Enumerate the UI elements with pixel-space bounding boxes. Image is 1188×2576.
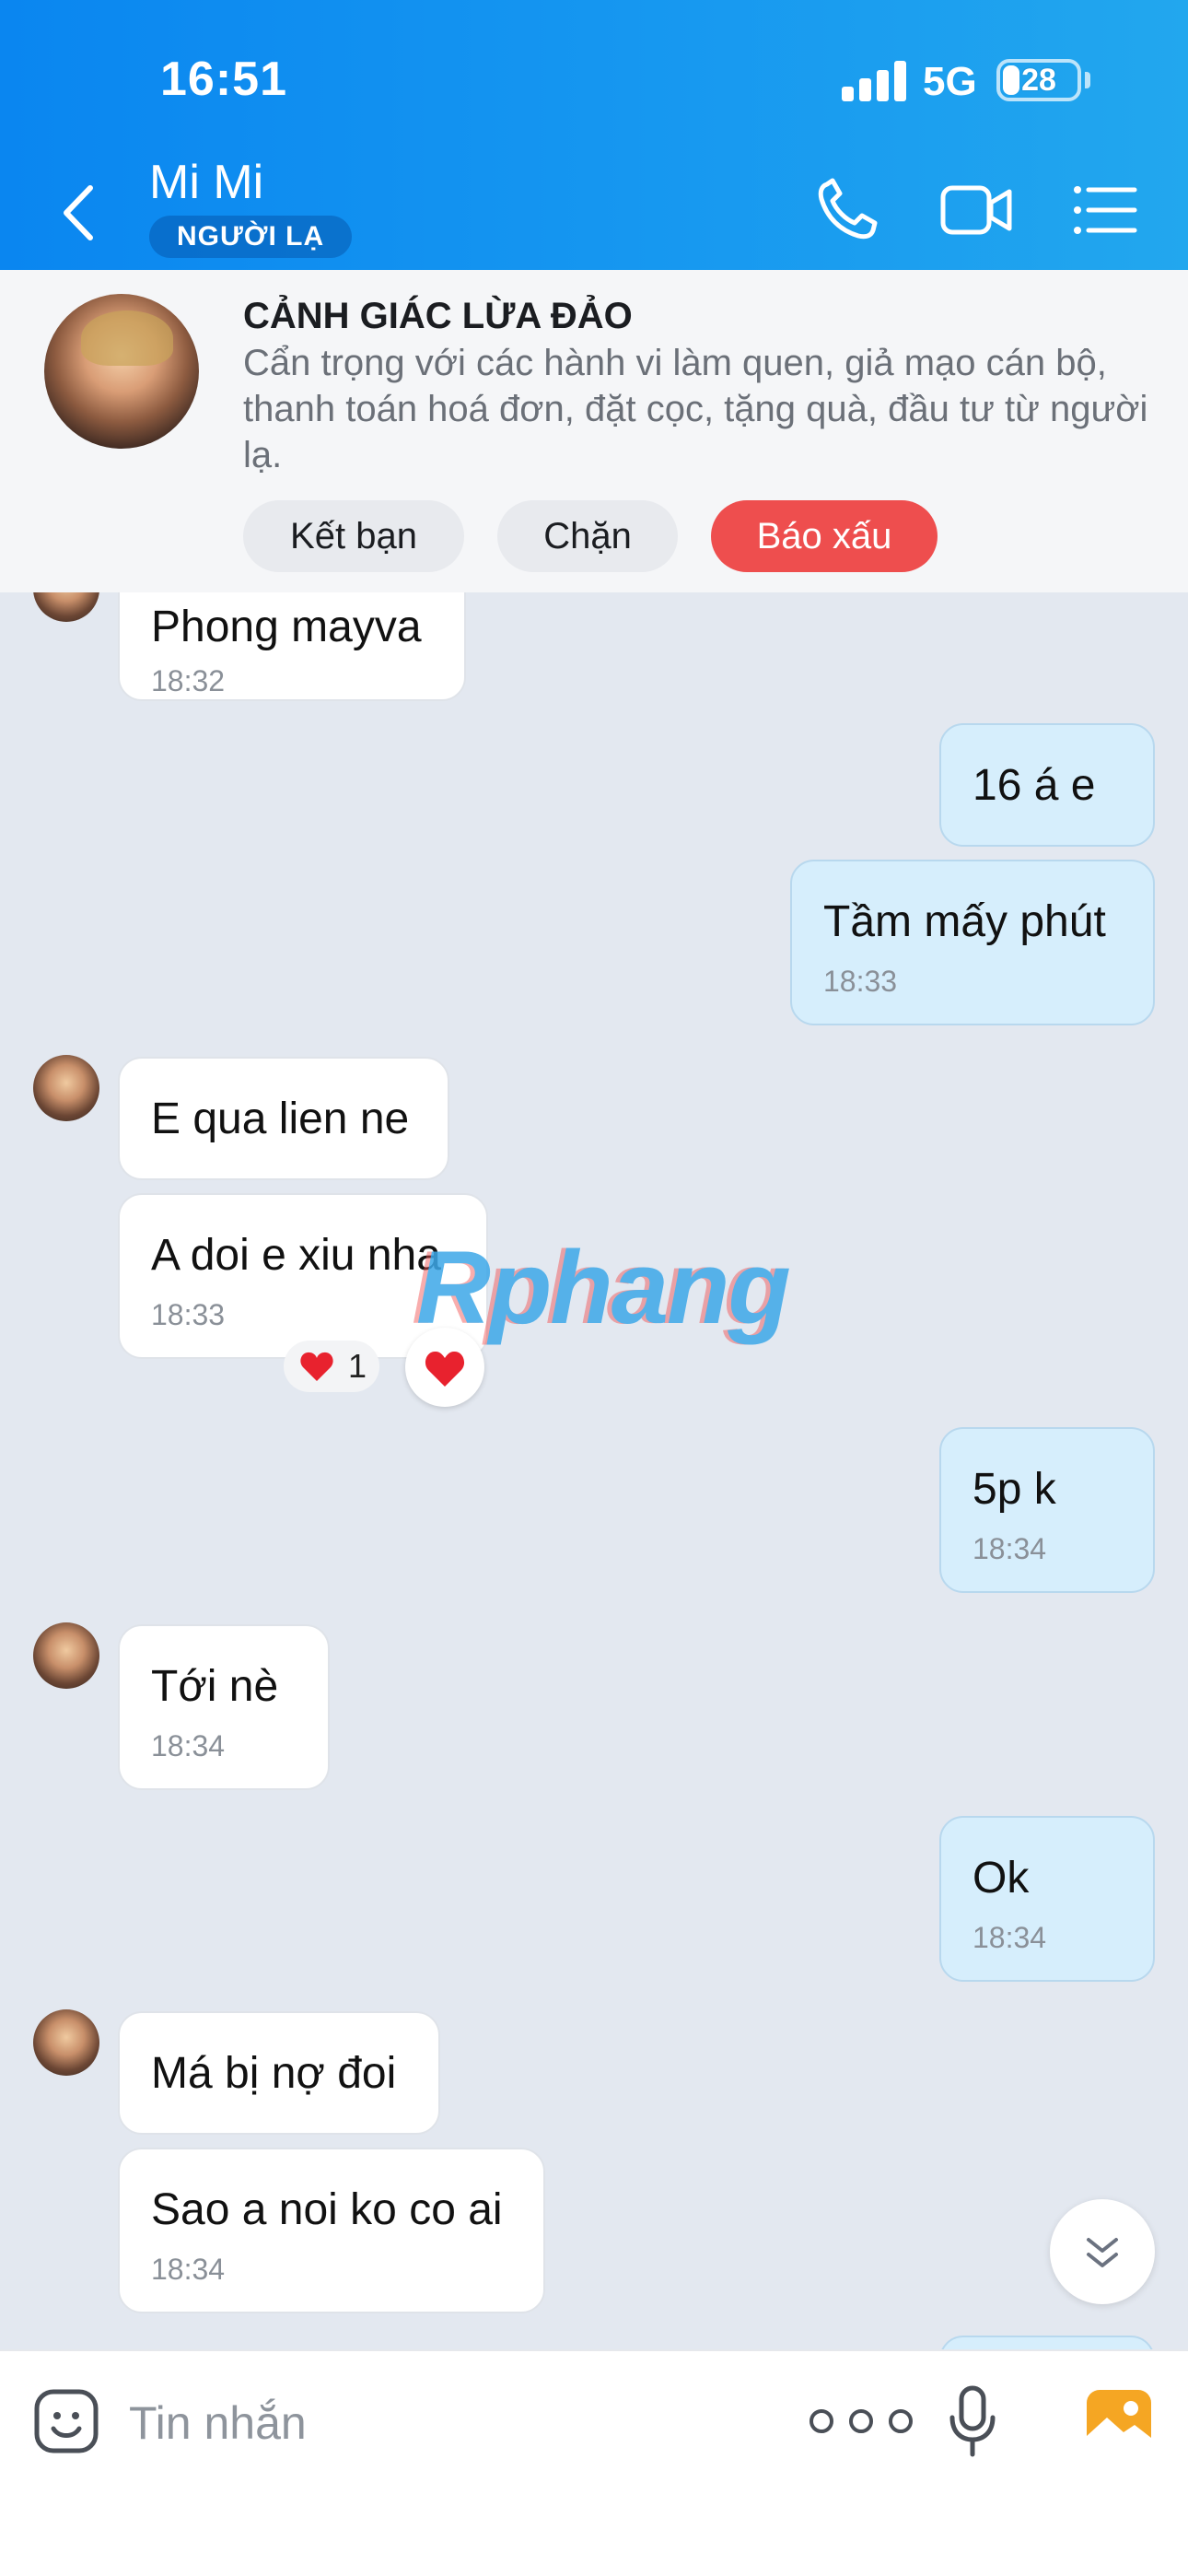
message-bubble-incoming[interactable]: Phong mayva 18:32 [118, 592, 466, 701]
message-list[interactable]: Phong mayva 18:32 16 á e Tầm mấy phút 18… [0, 592, 1188, 2349]
phone-icon [818, 178, 878, 240]
message-text: Tầm mấy phút [823, 897, 1106, 946]
reaction-summary[interactable]: 1 [284, 1341, 379, 1392]
status-time: 16:51 [160, 53, 287, 106]
message-bubble-incoming[interactable]: Tới nè 18:34 [118, 1624, 330, 1790]
message-composer [0, 2349, 1188, 2576]
cellular-signal-icon [842, 61, 906, 101]
sender-avatar[interactable] [33, 592, 99, 622]
sticker-icon [34, 2389, 99, 2453]
message-bubble-outgoing[interactable]: Tầm mấy phút 18:33 [790, 860, 1155, 1025]
message-time: 18:33 [823, 965, 898, 998]
network-type: 5G [923, 59, 977, 104]
sender-avatar[interactable] [33, 1055, 99, 1121]
message-text: Ok [973, 1854, 1030, 1903]
message-time: 18:34 [973, 1532, 1047, 1565]
message-bubble-incoming[interactable]: E qua lien ne [118, 1057, 449, 1180]
message-bubble-outgoing[interactable]: Ok 18:34 [939, 1816, 1155, 1982]
message-time: 18:34 [151, 2253, 226, 2286]
scroll-to-bottom-button[interactable] [1050, 2199, 1155, 2304]
heart-icon [425, 1351, 465, 1387]
watermark: Rphang [416, 1230, 791, 1345]
message-bubble-incoming[interactable]: Má bị nợ đoi [118, 2011, 440, 2135]
message-text: E qua lien ne [151, 1095, 410, 1143]
more-options-button[interactable] [801, 2403, 921, 2440]
heart-icon [300, 1352, 333, 1381]
battery-level: 28 [1021, 63, 1056, 98]
contact-name[interactable]: Mi Mi [149, 155, 263, 210]
report-button[interactable]: Báo xấu [711, 500, 938, 572]
send-photo-button[interactable] [1085, 2388, 1153, 2454]
video-call-button[interactable] [939, 175, 1013, 245]
message-text: Phong mayva [151, 603, 422, 651]
message-bubble-outgoing[interactable]: 16 á e [939, 723, 1155, 847]
back-button[interactable] [55, 181, 101, 245]
stranger-badge: NGƯỜI LẠ [149, 216, 353, 258]
message-input[interactable] [129, 2386, 774, 2460]
emoji-button[interactable] [33, 2388, 99, 2454]
message-text: Sao a noi ko co ai [151, 2185, 503, 2234]
message-text: Má bị nợ đoi [151, 2049, 397, 2098]
warning-text: Cẩn trọng với các hành vi làm quen, giả … [243, 343, 1148, 475]
message-time: 18:32 [151, 664, 226, 697]
message-text: 16 á e [973, 761, 1096, 810]
back-chevron-icon [64, 185, 93, 240]
contact-avatar[interactable] [44, 294, 199, 449]
voice-call-button[interactable] [810, 175, 884, 245]
video-camera-icon [940, 185, 1012, 235]
message-text: A doi e xiu nha [151, 1231, 441, 1280]
more-dots-icon [809, 2409, 913, 2433]
chat-options-button[interactable] [1070, 175, 1144, 245]
battery-icon: 28 [996, 59, 1081, 101]
block-button[interactable]: Chặn [497, 500, 678, 572]
message-time: 18:34 [151, 1729, 226, 1762]
battery-tip [1085, 72, 1090, 88]
double-chevron-down-icon [1087, 2238, 1118, 2267]
voice-message-button[interactable] [949, 2384, 996, 2458]
chat-header: 16:51 5G 28 Mi Mi NGƯỜI LẠ [0, 0, 1188, 270]
microphone-icon [949, 2385, 996, 2457]
message-time: 18:33 [151, 1298, 226, 1331]
message-time: 18:34 [973, 1921, 1047, 1954]
message-bubble-incoming[interactable]: Sao a noi ko co ai 18:34 [118, 2148, 545, 2313]
sender-avatar[interactable] [33, 1622, 99, 1689]
message-bubble-outgoing[interactable] [939, 2336, 1155, 2349]
message-text: 5p k [973, 1465, 1056, 1514]
message-bubble-outgoing[interactable]: 5p k 18:34 [939, 1427, 1155, 1593]
scam-warning-banner: CẢNH GIÁC LỪA ĐẢO Cẩn trọng với các hành… [0, 270, 1188, 592]
sender-avatar[interactable] [33, 2009, 99, 2076]
list-menu-icon [1074, 186, 1137, 234]
reaction-count: 1 [348, 1347, 367, 1385]
message-text: Tới nè [151, 1662, 279, 1711]
warning-title: CẢNH GIÁC LỪA ĐẢO [243, 296, 633, 336]
image-gallery-icon [1087, 2390, 1151, 2453]
add-friend-button[interactable]: Kết bạn [243, 500, 464, 572]
